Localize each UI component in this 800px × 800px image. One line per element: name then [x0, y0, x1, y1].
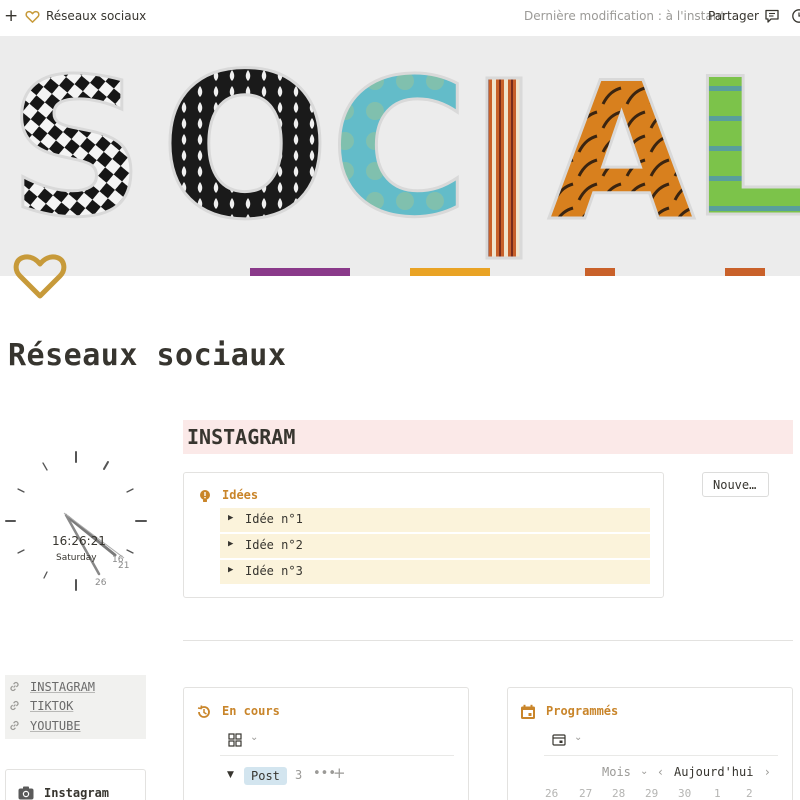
page-heart-icon[interactable] [12, 250, 68, 302]
divider [544, 755, 778, 756]
calendar-day[interactable]: 26 [545, 787, 558, 800]
instagram-card[interactable]: Instagram [5, 769, 146, 800]
top-bar: + Réseaux sociaux Dernière modification … [0, 0, 800, 34]
calendar-view-select[interactable]: Mois [602, 765, 631, 779]
en-cours-card: En cours ⌄ ▼ Post 3 ••• + [183, 687, 469, 800]
instagram-card-label: Instagram [44, 786, 110, 800]
today-button[interactable]: Aujourd'hui [674, 765, 753, 779]
social-links-list: INSTAGRAM TIKTOK YOUTUBE [5, 675, 146, 739]
idea-label: Idée n°1 [245, 512, 303, 526]
chevron-down-icon[interactable]: ⌄ [640, 766, 648, 777]
add-icon[interactable]: + [333, 764, 346, 782]
svg-text:S: S [8, 38, 145, 259]
idea-toggle-1[interactable]: ▶ Idée n°1 [220, 508, 650, 532]
group-tag-post[interactable]: Post [244, 767, 287, 785]
next-month-icon[interactable]: › [765, 765, 770, 779]
updates-clock-icon[interactable] [791, 8, 800, 24]
divider [183, 640, 793, 641]
link-label: YOUTUBE [30, 719, 81, 733]
calendar-day[interactable]: 28 [612, 787, 625, 800]
chevron-down-icon[interactable]: ⌄ [250, 732, 258, 743]
comment-icon[interactable] [764, 8, 780, 24]
previous-month-icon[interactable]: ‹ [658, 765, 663, 779]
ideas-callout: Idées ▶ Idée n°1 ▶ Idée n°2 ▶ Idée n°3 [183, 472, 664, 598]
lightbulb-icon [200, 490, 210, 502]
link-label: TIKTOK [30, 699, 74, 713]
last-modified-text: Dernière modification : à l'instant [524, 9, 726, 23]
chevron-down-icon[interactable]: ⌄ [574, 732, 582, 743]
clock-digital-time: 16:26:21 [52, 534, 106, 548]
clock-day: Saturday [56, 553, 97, 563]
idea-toggle-2[interactable]: ▶ Idée n°2 [220, 534, 650, 558]
history-icon [197, 705, 210, 718]
svg-text:C: C [330, 38, 469, 259]
svg-text:L: L [690, 38, 800, 259]
link-icon [10, 720, 19, 731]
instagram-heading: INSTAGRAM [183, 420, 793, 454]
svg-text:O: O [160, 36, 330, 264]
idea-label: Idée n°3 [245, 564, 303, 578]
plus-icon[interactable]: + [4, 8, 18, 25]
calendar-icon [521, 704, 535, 719]
page-title[interactable]: Réseaux sociaux [8, 338, 286, 373]
new-button-label: Nouve… [713, 478, 757, 492]
toggle-triangle-icon[interactable]: ▶ [228, 539, 233, 549]
programmes-card: Programmés ⌄ Mois ⌄ ‹ Aujourd'hui › 26 2… [507, 687, 793, 800]
toggle-triangle-icon[interactable]: ▶ [228, 565, 233, 575]
clock-minute-label: 26 [95, 578, 107, 588]
calendar-day[interactable]: 30 [678, 787, 691, 800]
cover-image[interactable]: S O C A L [0, 36, 800, 276]
breadcrumb-page-title[interactable]: Réseaux sociaux [46, 9, 146, 23]
new-button[interactable]: Nouve… [702, 472, 769, 497]
heart-icon [25, 10, 40, 23]
camera-icon [18, 786, 34, 800]
instagram-heading-text[interactable]: INSTAGRAM [187, 425, 295, 449]
link-icon [10, 681, 19, 692]
calendar-view-icon[interactable] [552, 733, 566, 747]
svg-text:A: A [548, 42, 695, 263]
share-button[interactable]: Partager [708, 9, 759, 23]
calendar-day[interactable]: 27 [579, 787, 592, 800]
clock-second-label: 21 [118, 561, 129, 571]
toggle-triangle-icon[interactable]: ▶ [228, 513, 233, 523]
divider [220, 755, 454, 756]
group-toggle-icon[interactable]: ▼ [227, 770, 234, 780]
calendar-day[interactable]: 2 [746, 787, 753, 800]
link-icon [10, 700, 19, 711]
group-count: 3 [295, 768, 303, 782]
ideas-title: Idées [222, 488, 259, 502]
programmes-title[interactable]: Programmés [546, 704, 618, 718]
link-label: INSTAGRAM [30, 680, 96, 694]
calendar-day[interactable]: 29 [645, 787, 658, 800]
en-cours-title[interactable]: En cours [222, 704, 280, 718]
idea-label: Idée n°2 [245, 538, 303, 552]
idea-toggle-3[interactable]: ▶ Idée n°3 [220, 560, 650, 584]
analog-clock-widget: 16:26:21 Saturday 16 21 26 [5, 451, 147, 591]
calendar-day[interactable]: 1 [714, 787, 721, 800]
cover-social-letters: S O C A L [0, 36, 800, 276]
gallery-view-icon[interactable] [228, 733, 242, 747]
